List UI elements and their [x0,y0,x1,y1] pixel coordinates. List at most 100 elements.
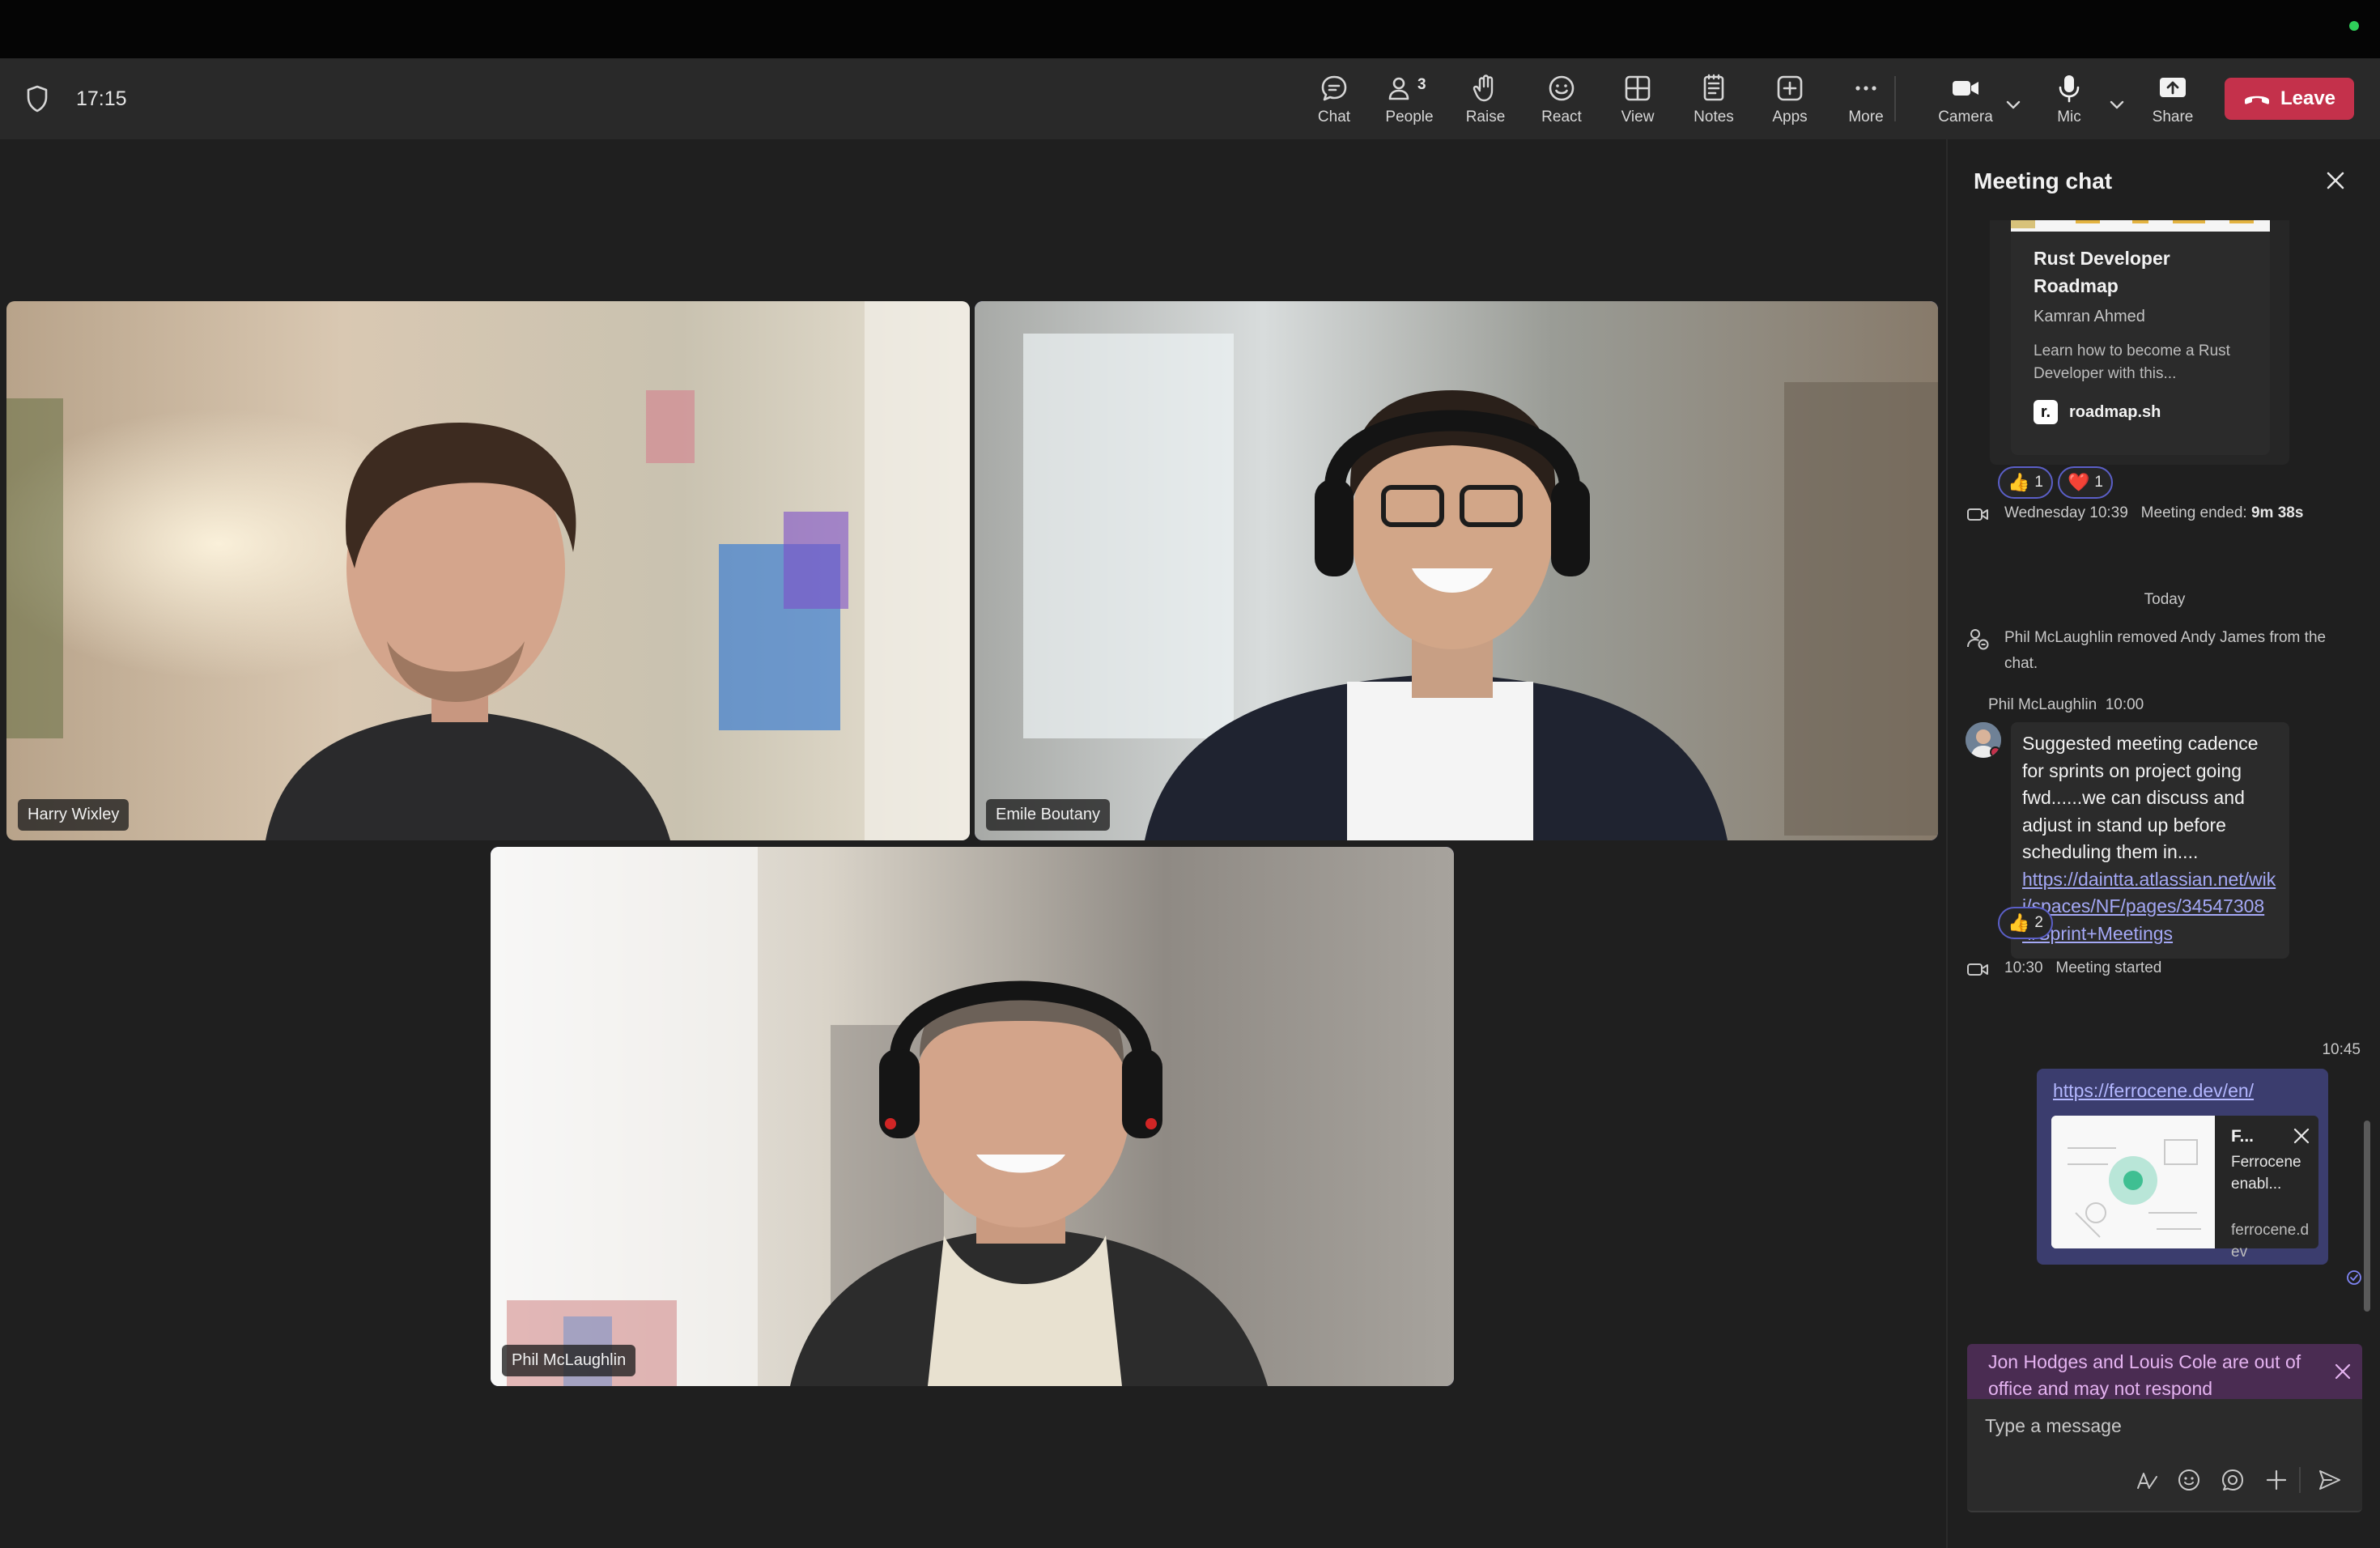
meeting-ended-label: Meeting ended: [2140,504,2247,521]
apps-label: Apps [1772,108,1808,125]
view-button[interactable]: View [1604,70,1672,134]
member-removed-text: Phil McLaughlin removed Andy James from … [2004,629,2327,672]
mic-label: Mic [2057,108,2081,125]
participant-name-tag: Harry Wixley [18,799,130,831]
video-camera-icon [1967,508,1988,521]
notes-label: Notes [1694,108,1734,125]
raise-label: Raise [1465,108,1506,125]
thumbs-up-icon: 👍 [2008,912,2030,933]
more-dots-icon [1855,86,1876,91]
my-message-bubble: https://ferrocene.dev/en/ F... Ferrocene… [2037,1069,2328,1265]
format-icon[interactable] [2134,1467,2160,1493]
people-button[interactable]: 3 People [1375,70,1443,134]
grid-icon [1625,75,1651,101]
reaction-thumbs-up[interactable]: 👍 1 [1998,466,2053,499]
share-button[interactable]: Share [2139,70,2207,134]
meeting-toolbar: 17:15 Chat 3 People Raise React View Not… [0,58,2380,146]
sender-name: Phil McLaughlin [1988,696,2097,713]
emoji-icon[interactable] [2176,1467,2202,1493]
participant-video-emile [975,301,1938,840]
raise-hand-button[interactable]: Raise [1451,70,1519,134]
close-icon[interactable] [2325,170,2346,191]
participant-name-tag: Emile Boutany [986,799,1110,831]
meeting-started-time: 10:30 [2004,959,2043,976]
teams-meeting-window: 17:15 Chat 3 People Raise React View Not… [0,0,2380,1548]
camera-indicator-dot [2349,21,2359,31]
video-camera-icon [1967,963,1988,976]
avatar[interactable] [1966,722,2001,758]
link-preview-site: r. roadmap.sh [2034,400,2161,424]
send-icon[interactable] [2317,1467,2343,1493]
close-icon[interactable] [2333,1362,2352,1381]
chat-scrollbar[interactable] [2364,1121,2370,1312]
my-message-time: 10:45 [2322,1041,2361,1058]
message-link[interactable]: https://daintta.atlassian.net/wiki/space… [2022,866,2280,948]
notes-icon [1703,74,1724,101]
link-preview-description: Ferrocene enabl... [2231,1154,2301,1193]
message-sender: Phil McLaughlin 10:00 [1988,696,2144,714]
share-label: Share [2152,108,2194,125]
mic-button[interactable]: Mic [2035,70,2103,134]
meeting-duration: 17:15 [76,87,127,110]
person-removed-icon [1967,629,1989,650]
camera-button[interactable]: Camera [1932,70,2000,134]
chat-message-list[interactable]: Rust Developer Roadmap Kamran Ahmed Lear… [1948,220,2380,1337]
leave-button[interactable]: Leave [2225,78,2354,120]
participant-tile-harry[interactable]: Harry Wixley [6,301,970,840]
member-removed-event: Phil McLaughlin removed Andy James from … [1966,625,2362,677]
message-text: Suggested meeting cadence for sprints on… [2022,733,2259,862]
reaction-thumbs-up[interactable]: 👍 2 [1998,907,2053,939]
loop-component-icon[interactable] [2220,1467,2246,1493]
hand-icon [1473,74,1494,102]
react-button[interactable]: React [1528,70,1596,134]
meeting-ended-event: Wednesday 10:39 Meeting ended: 9m 38s [1966,500,2354,526]
os-title-bar [0,0,2380,58]
message-composer [1967,1399,2362,1512]
microphone-icon [2059,75,2080,103]
participant-video-harry [6,301,970,840]
toolbar-divider [1894,76,1896,121]
reaction-heart[interactable]: ❤️ 1 [2058,466,2113,499]
add-icon[interactable] [2263,1467,2289,1493]
leave-label: Leave [2280,87,2336,109]
message-time: 10:00 [2105,696,2144,713]
out-of-office-text: Jon Hodges and Louis Cole are out of off… [1988,1351,2301,1399]
my-message-link[interactable]: https://ferrocene.dev/en/ [2053,1080,2254,1102]
more-button[interactable]: More [1832,70,1900,134]
link-preview-card[interactable]: F... Ferrocene enabl... ferrocene.dev [2051,1116,2318,1261]
reaction-count: 2 [2034,914,2043,931]
notes-button[interactable]: Notes [1680,70,1748,134]
react-label: React [1541,108,1582,125]
add-app-icon [1777,75,1803,101]
link-preview-image [2011,220,2270,232]
more-label: More [1848,108,1884,125]
read-receipt-icon [2347,1270,2361,1285]
roadmap-logo-icon: r. [2034,400,2058,424]
close-icon[interactable] [2293,1127,2310,1145]
meeting-started-label: Meeting started [2055,959,2162,976]
camera-options-chevron-icon[interactable] [2003,94,2024,115]
participant-video-phil [491,847,1454,1386]
date-divider: Today [2144,591,2186,608]
out-of-office-banner: Jon Hodges and Louis Cole are out of off… [1967,1344,2362,1399]
participant-tile-emile[interactable]: Emile Boutany [975,301,1938,840]
people-count: 3 [1417,76,1426,93]
link-preview-card[interactable]: Rust Developer Roadmap Kamran Ahmed Lear… [2011,220,2270,455]
apps-button[interactable]: Apps [1756,70,1824,134]
message-input[interactable] [1985,1415,2341,1437]
people-icon [1388,77,1409,100]
meeting-ended-duration: 9m 38s [2250,504,2304,521]
chat-panel-title: Meeting chat [1974,168,2113,194]
reaction-count: 1 [2094,474,2103,491]
participant-tile-phil[interactable]: Phil McLaughlin [491,847,1454,1386]
camera-icon [1953,81,1978,96]
link-preview-image [2051,1116,2215,1248]
link-preview-description: Learn how to become a Rust Developer wit… [2034,342,2230,382]
chat-button[interactable]: Chat [1298,70,1370,146]
mic-options-chevron-icon[interactable] [2106,94,2127,115]
link-preview-site-name: roadmap.sh [2069,402,2161,421]
hang-up-icon [2244,96,2269,104]
reaction-count: 1 [2034,474,2043,491]
meeting-chat-panel: Meeting chat Rust Developer Roadmap Kamr… [1946,139,2380,1548]
share-screen-icon [2160,78,2186,97]
